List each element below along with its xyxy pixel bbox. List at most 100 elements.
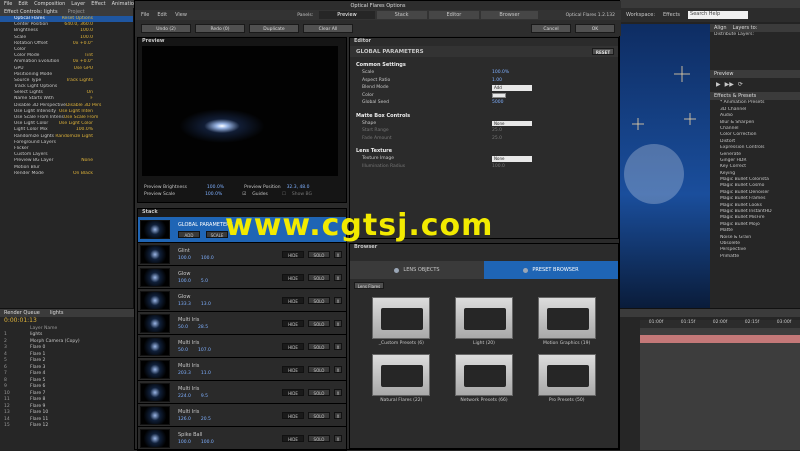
delete-button[interactable]: X	[334, 411, 342, 419]
hide-button[interactable]: HIDE	[282, 342, 304, 350]
preview-tab[interactable]: Preview	[710, 70, 800, 79]
preview-position-value[interactable]: 32.3, 48.0	[287, 185, 310, 190]
align-tab[interactable]: Align Layers to:	[710, 24, 800, 32]
of-menu-file[interactable]: File	[141, 12, 149, 18]
param-dropdown[interactable]: Add	[492, 85, 532, 91]
element-brightness[interactable]: 100.0	[178, 256, 191, 261]
element-brightness[interactable]: 100.0	[178, 440, 191, 445]
element-scale[interactable]: 20.5	[201, 417, 211, 422]
solo-button[interactable]: SOLO	[308, 342, 330, 350]
hide-button[interactable]: HIDE	[282, 388, 304, 396]
delete-button[interactable]: X	[334, 365, 342, 373]
preset-folder[interactable]: Motion Graphics (19)	[525, 297, 608, 346]
hide-button[interactable]: HIDE	[282, 296, 304, 304]
menu-file[interactable]: File	[4, 1, 12, 7]
param-value[interactable]: 100.0%	[492, 70, 509, 75]
hide-button[interactable]: HIDE	[282, 250, 304, 258]
param-dropdown[interactable]: None	[492, 120, 532, 126]
solo-button[interactable]: SOLO	[308, 411, 330, 419]
delete-button[interactable]: X	[334, 434, 342, 442]
param-value[interactable]: 5000	[492, 100, 503, 105]
cancel-button[interactable]: Cancel	[531, 23, 571, 33]
element-brightness[interactable]: 50.0	[178, 325, 188, 330]
effect-control-value[interactable]: On Black	[73, 171, 133, 177]
solo-button[interactable]: SOLO	[308, 250, 330, 258]
delete-button[interactable]: X	[334, 342, 342, 350]
param-value[interactable]: 100.0	[492, 164, 505, 169]
redo-button[interactable]: Redo (0)	[195, 23, 245, 33]
showbg-checkbox[interactable]: ☐	[282, 192, 286, 197]
lens-objects-tab[interactable]: LENS OBJECTS	[350, 261, 484, 279]
menu-effect[interactable]: Effect	[91, 1, 105, 7]
element-brightness[interactable]: 126.0	[178, 417, 191, 422]
effect-control-row[interactable]: Render Mode On Black	[0, 171, 133, 177]
preview-viewport[interactable]	[142, 46, 338, 176]
element-scale[interactable]: 100.0	[201, 256, 214, 261]
lights-comp-tab[interactable]: lights	[50, 310, 64, 316]
tab-stack[interactable]: Stack	[376, 11, 427, 19]
preview-scale-value[interactable]: 100.0%	[205, 192, 222, 197]
menu-composition[interactable]: Composition	[34, 1, 65, 7]
hide-button[interactable]: HIDE	[282, 365, 304, 373]
render-queue-tab[interactable]: Render Queue	[4, 310, 40, 316]
stack-element-row[interactable]: Multi Iris 50.0 107.0 HIDE SOLO X	[138, 335, 346, 358]
element-scale[interactable]: 107.0	[198, 348, 211, 353]
stack-element-row[interactable]: Multi Iris 203.3 11.0 HIDE SOLO X	[138, 358, 346, 381]
menu-edit[interactable]: Edit	[18, 1, 28, 7]
step-icon[interactable]: ▶▶	[725, 81, 734, 89]
solo-button[interactable]: SOLO	[308, 434, 330, 442]
element-scale[interactable]: 9.5	[201, 394, 208, 399]
loop-icon[interactable]: ⟳	[738, 81, 743, 89]
element-brightness[interactable]: 133.3	[178, 302, 191, 307]
help-search-input[interactable]: Search Help	[688, 11, 749, 19]
of-menu-edit[interactable]: Edit	[157, 12, 167, 18]
undo-button[interactable]: Undo (2)	[141, 23, 191, 33]
preset-browser-tab[interactable]: PRESET BROWSER	[484, 261, 618, 279]
element-scale[interactable]: 11.0	[201, 371, 211, 376]
tab-preview[interactable]: Preview	[319, 11, 375, 19]
solo-button[interactable]: SOLO	[308, 273, 330, 281]
element-scale[interactable]: 100.0	[201, 440, 214, 445]
delete-button[interactable]: X	[334, 250, 342, 258]
tab-editor[interactable]: Editor	[428, 11, 480, 19]
param-value[interactable]: 25.0	[492, 128, 502, 133]
play-icon[interactable]: ▶	[716, 81, 721, 89]
hide-button[interactable]: HIDE	[282, 411, 304, 419]
element-brightness[interactable]: 100.0	[178, 279, 191, 284]
preset-folder[interactable]: Pro Presets (50)	[525, 354, 608, 403]
project-tab[interactable]: Project	[68, 9, 85, 15]
element-scale[interactable]: 28.5	[198, 325, 208, 330]
param-value[interactable]: 1.00	[492, 78, 502, 83]
layer-duration-bar[interactable]	[640, 335, 800, 343]
stack-element-row[interactable]: Multi Iris 50.0 28.5 HIDE SOLO X	[138, 312, 346, 335]
stack-element-row[interactable]: Spike Ball 100.0 100.0 HIDE SOLO X	[138, 427, 346, 450]
delete-button[interactable]: X	[334, 273, 342, 281]
clear-all-button[interactable]: Clear All	[303, 23, 353, 33]
effects-presets-tab[interactable]: Effects & Presets	[710, 92, 800, 101]
preset-folder[interactable]: Network Presets (66)	[443, 354, 526, 403]
add-button[interactable]: ADD	[178, 230, 200, 238]
composition-viewer[interactable]	[614, 24, 710, 308]
breadcrumb-button[interactable]: Lens Flares	[354, 282, 384, 289]
ok-button[interactable]: OK	[575, 23, 615, 33]
color-swatch[interactable]	[492, 92, 506, 98]
element-brightness[interactable]: 50.0	[178, 348, 188, 353]
element-scale[interactable]: 13.0	[201, 302, 211, 307]
hide-button[interactable]: HIDE	[282, 273, 304, 281]
duplicate-button[interactable]: Duplicate	[249, 23, 299, 33]
element-brightness[interactable]: 224.0	[178, 394, 191, 399]
delete-button[interactable]: X	[334, 388, 342, 396]
effect-category-item[interactable]: Primatte	[710, 254, 800, 260]
hide-button[interactable]: HIDE	[282, 319, 304, 327]
preset-folder[interactable]: Natural Flares (22)	[360, 354, 443, 403]
stack-element-row[interactable]: Glow 100.0 5.0 HIDE SOLO X	[138, 266, 346, 289]
preset-folder[interactable]: _Custom Presets (6)	[360, 297, 443, 346]
guides-checkbox[interactable]: ☑	[242, 192, 246, 197]
element-scale[interactable]: 5.0	[201, 279, 208, 284]
preset-folder[interactable]: Light (20)	[443, 297, 526, 346]
stack-element-row[interactable]: Multi Iris 224.0 9.5 HIDE SOLO X	[138, 381, 346, 404]
tab-browser[interactable]: Browser	[481, 11, 538, 19]
param-dropdown[interactable]: None	[492, 156, 532, 162]
stack-element-row[interactable]: Multi Iris 126.0 20.5 HIDE SOLO X	[138, 404, 346, 427]
reset-button[interactable]: RESET	[592, 48, 614, 55]
